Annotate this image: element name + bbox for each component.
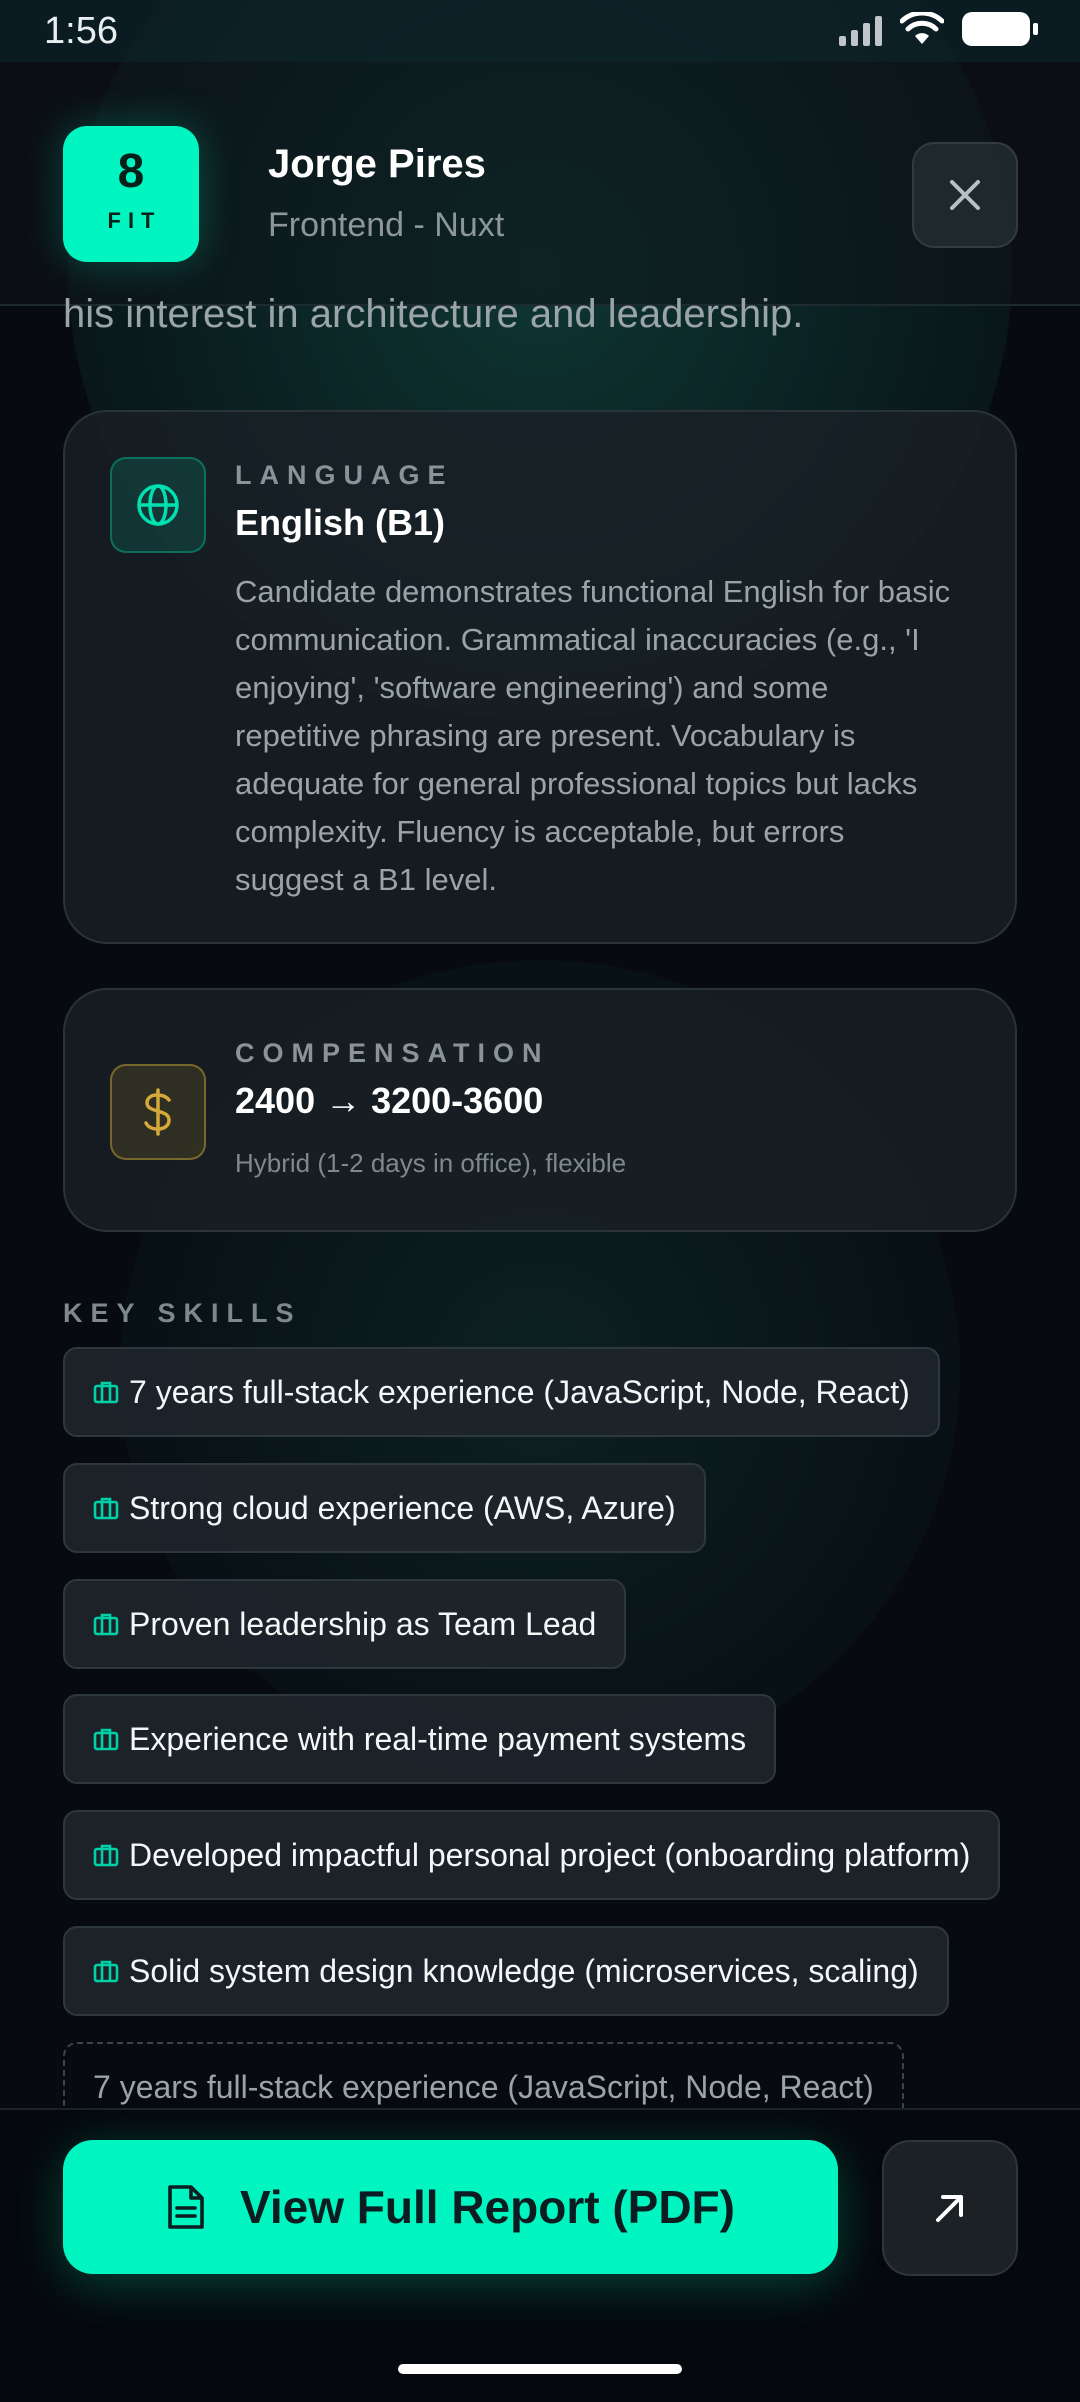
globe-icon xyxy=(137,484,179,526)
bottom-action-bar: View Full Report (PDF) xyxy=(0,2108,1080,2402)
skill-chip: Solid system design knowledge (microserv… xyxy=(63,1926,949,2016)
fit-score-value: 8 xyxy=(117,145,145,198)
language-level: English (B1) xyxy=(235,502,446,543)
briefcase-icon xyxy=(93,1613,119,1636)
skill-label: Solid system design knowledge (microserv… xyxy=(129,1952,919,1989)
skill-label: Developed impactful personal project (on… xyxy=(129,1836,971,1873)
skill-chip: Proven leadership as Team Lead xyxy=(63,1579,627,1669)
skill-label: 7 years full-stack experience (JavaScrip… xyxy=(93,2068,874,2105)
candidate-role: Frontend - Nuxt xyxy=(268,206,505,244)
status-bar: 1:56 xyxy=(0,0,1080,62)
view-full-report-button[interactable]: View Full Report (PDF) xyxy=(63,2140,838,2274)
briefcase-icon xyxy=(93,1960,119,1983)
language-icon-box xyxy=(110,457,206,553)
view-full-report-label: View Full Report (PDF) xyxy=(240,2181,735,2233)
skill-label: Strong cloud experience (AWS, Azure) xyxy=(129,1489,676,1526)
skill-label: 7 years full-stack experience (JavaScrip… xyxy=(129,1373,910,1410)
briefcase-icon xyxy=(93,1497,119,1520)
skill-label: Proven leadership as Team Lead xyxy=(129,1605,597,1642)
skill-chip: Developed impactful personal project (on… xyxy=(63,1810,1001,1900)
signal-icon xyxy=(839,12,882,46)
briefcase-icon xyxy=(93,1844,119,1867)
skill-label: Experience with real-time payment system… xyxy=(129,1720,747,1757)
compensation-note: Hybrid (1-2 days in office), flexible xyxy=(235,1148,627,1178)
document-icon xyxy=(168,2185,204,2229)
language-eyebrow: LANGUAGE xyxy=(235,460,454,490)
status-time: 1:56 xyxy=(44,10,118,52)
battery-icon xyxy=(962,12,1038,46)
skill-chip: Strong cloud experience (AWS, Azure) xyxy=(63,1463,706,1553)
compensation-card: COMPENSATION 2400 → 3200-3600 Hybrid (1-… xyxy=(63,988,1017,1232)
compensation-range: 2400 → 3200-3600 xyxy=(235,1080,544,1121)
language-card: LANGUAGE English (B1) Candidate demonstr… xyxy=(63,410,1017,944)
briefcase-icon xyxy=(93,1728,119,1751)
fit-score-badge: 8 FIT xyxy=(63,126,199,262)
language-assessment: Candidate demonstrates functional Englis… xyxy=(235,574,951,897)
wifi-icon xyxy=(900,12,944,44)
summary-text: his interest in architecture and leaders… xyxy=(63,292,804,336)
close-button[interactable] xyxy=(912,142,1018,248)
candidate-name: Jorge Pires xyxy=(268,142,486,186)
dollar-icon xyxy=(144,1088,171,1136)
compensation-icon-box xyxy=(110,1064,206,1160)
compensation-eyebrow: COMPENSATION xyxy=(235,1038,550,1068)
candidate-header: 8 FIT Jorge Pires Frontend - Nuxt xyxy=(0,62,1080,306)
open-external-button[interactable] xyxy=(882,2140,1018,2276)
close-icon xyxy=(950,180,980,210)
briefcase-icon xyxy=(93,1381,119,1404)
skill-chip: Experience with real-time payment system… xyxy=(63,1694,777,1784)
fit-score-label: FIT xyxy=(107,208,162,233)
home-indicator[interactable] xyxy=(398,2364,682,2374)
status-icons xyxy=(839,12,1038,46)
key-skills-title: KEY SKILLS xyxy=(63,1298,302,1328)
skill-chip: 7 years full-stack experience (JavaScrip… xyxy=(63,1347,940,1437)
arrow-up-right-icon xyxy=(936,2195,963,2222)
